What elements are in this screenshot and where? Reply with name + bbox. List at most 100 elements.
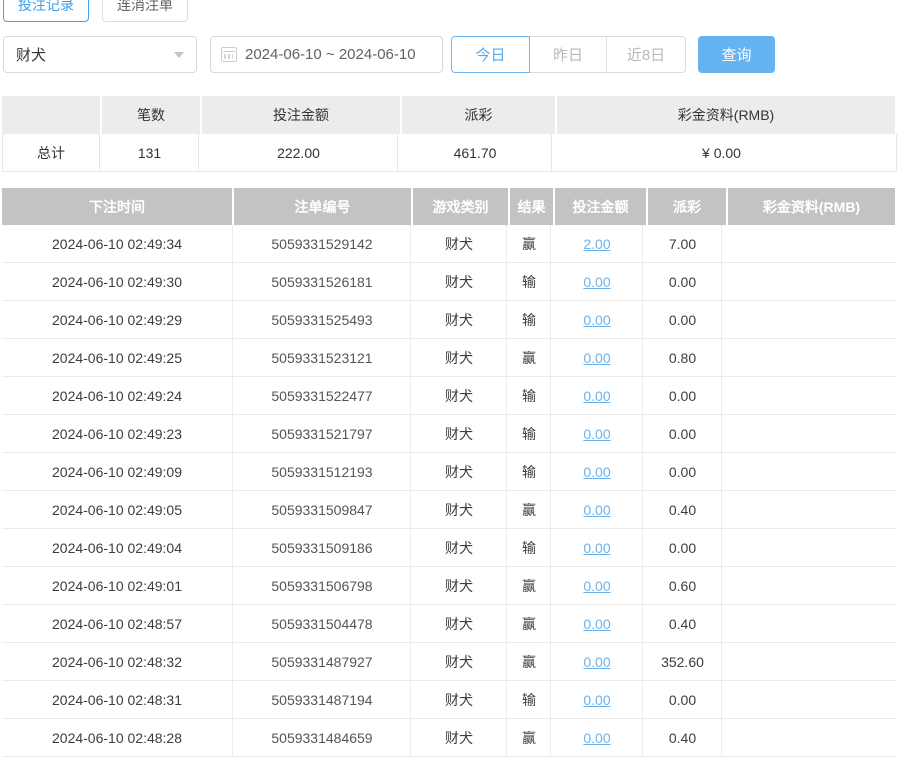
game-type-cell: 财犬 — [412, 377, 507, 414]
bonus-cell — [723, 415, 891, 452]
header-bet-time: 下注时间 — [2, 188, 232, 225]
summary-table: 笔数 投注金额 派彩 彩金资料(RMB) 总计 131 222.00 461.7… — [2, 96, 897, 172]
order-number-cell: 5059331521797 — [234, 415, 411, 452]
order-number-cell: 5059331512193 — [234, 453, 411, 490]
records-table: 下注时间 注单编号 游戏类别 结果 投注金额 派彩 彩金资料(RMB) 2024… — [2, 188, 897, 757]
payout-cell: 0.00 — [644, 377, 722, 414]
order-number-cell: 5059331487194 — [234, 681, 411, 718]
bet-amount-cell: 0.00 — [552, 263, 643, 300]
payout-cell: 0.00 — [644, 263, 722, 300]
bet-time-cell: 2024-06-10 02:48:32 — [2, 643, 233, 680]
result-cell: 输 — [508, 453, 551, 490]
bet-time-cell: 2024-06-10 02:49:34 — [2, 225, 233, 262]
bet-amount-cell: 0.00 — [552, 681, 643, 718]
payout-cell: 0.00 — [644, 529, 722, 566]
bet-time-cell: 2024-06-10 02:48:28 — [2, 719, 233, 756]
bet-amount-link[interactable]: 0.00 — [583, 730, 610, 746]
bet-amount-cell: 0.00 — [552, 567, 643, 604]
table-row: 2024-06-10 02:48:31 5059331487194 财犬 输 0… — [2, 681, 897, 719]
bet-amount-cell: 0.00 — [552, 605, 643, 642]
order-number-cell: 5059331509847 — [234, 491, 411, 528]
order-number-cell: 5059331509186 — [234, 529, 411, 566]
bonus-cell — [723, 301, 891, 338]
bonus-cell — [723, 377, 891, 414]
header-bet-amount: 投注金额 — [555, 188, 646, 225]
bet-amount-link[interactable]: 0.00 — [583, 654, 610, 670]
bet-amount-cell: 2.00 — [552, 225, 643, 262]
tab-bet-records[interactable]: 投注记录 — [3, 0, 89, 22]
summary-total-row: 总计 131 222.00 461.70 ¥ 0.00 — [2, 134, 897, 172]
game-type-cell: 财犬 — [412, 567, 507, 604]
calendar-icon — [221, 47, 237, 62]
result-cell: 输 — [508, 681, 551, 718]
tab-cancelled-orders[interactable]: 连消注单 — [102, 0, 188, 22]
today-button[interactable]: 今日 — [451, 36, 530, 73]
bet-time-cell: 2024-06-10 02:49:29 — [2, 301, 233, 338]
bet-amount-link[interactable]: 0.00 — [583, 274, 610, 290]
bet-amount-link[interactable]: 0.00 — [583, 312, 610, 328]
bet-time-cell: 2024-06-10 02:48:57 — [2, 605, 233, 642]
order-number-cell: 5059331523121 — [234, 339, 411, 376]
table-row: 2024-06-10 02:48:57 5059331504478 财犬 赢 0… — [2, 605, 897, 643]
game-type-cell: 财犬 — [412, 225, 507, 262]
table-row: 2024-06-10 02:49:24 5059331522477 财犬 输 0… — [2, 377, 897, 415]
bet-amount-link[interactable]: 2.00 — [583, 236, 610, 252]
result-cell: 输 — [508, 301, 551, 338]
date-range-picker[interactable]: 2024-06-10 ~ 2024-06-10 — [210, 36, 443, 73]
bet-amount-link[interactable]: 0.00 — [583, 350, 610, 366]
game-select-value: 财犬 — [16, 44, 46, 65]
table-row: 2024-06-10 02:49:23 5059331521797 财犬 输 0… — [2, 415, 897, 453]
header-bonus: 彩金资料(RMB) — [728, 188, 895, 225]
bet-amount-cell: 0.00 — [552, 491, 643, 528]
bet-amount-link[interactable]: 0.00 — [583, 426, 610, 442]
bet-amount-cell: 0.00 — [552, 643, 643, 680]
payout-cell: 0.60 — [644, 567, 722, 604]
query-button[interactable]: 查询 — [698, 36, 775, 73]
order-number-cell: 5059331526181 — [234, 263, 411, 300]
bet-amount-link[interactable]: 0.00 — [583, 388, 610, 404]
order-number-cell: 5059331525493 — [234, 301, 411, 338]
header-result: 结果 — [510, 188, 553, 225]
bet-amount-link[interactable]: 0.00 — [583, 578, 610, 594]
summary-header-row: 笔数 投注金额 派彩 彩金资料(RMB) — [2, 96, 897, 134]
bet-amount-cell: 0.00 — [552, 719, 643, 756]
result-cell: 输 — [508, 263, 551, 300]
game-select[interactable]: 财犬 — [3, 36, 197, 73]
result-cell: 赢 — [508, 339, 551, 376]
game-type-cell: 财犬 — [412, 453, 507, 490]
table-row: 2024-06-10 02:48:32 5059331487927 财犬 赢 0… — [2, 643, 897, 681]
yesterday-button[interactable]: 昨日 — [529, 36, 607, 73]
bet-time-cell: 2024-06-10 02:49:05 — [2, 491, 233, 528]
payout-cell: 0.40 — [644, 719, 722, 756]
bonus-cell — [723, 339, 891, 376]
result-cell: 输 — [508, 377, 551, 414]
table-row: 2024-06-10 02:49:29 5059331525493 财犬 输 0… — [2, 301, 897, 339]
bet-amount-link[interactable]: 0.00 — [583, 502, 610, 518]
date-range-value: 2024-06-10 ~ 2024-06-10 — [245, 46, 416, 63]
table-row: 2024-06-10 02:49:34 5059331529142 财犬 赢 2… — [2, 225, 897, 263]
header-game-type: 游戏类别 — [413, 188, 508, 225]
summary-total-count: 131 — [101, 134, 199, 171]
header-payout: 派彩 — [648, 188, 726, 225]
bet-time-cell: 2024-06-10 02:49:01 — [2, 567, 233, 604]
order-number-cell: 5059331506798 — [234, 567, 411, 604]
table-row: 2024-06-10 02:49:05 5059331509847 财犬 赢 0… — [2, 491, 897, 529]
bet-amount-link[interactable]: 0.00 — [583, 540, 610, 556]
payout-cell: 0.00 — [644, 453, 722, 490]
bet-time-cell: 2024-06-10 02:49:24 — [2, 377, 233, 414]
bet-amount-link[interactable]: 0.00 — [583, 464, 610, 480]
summary-total-label: 总计 — [3, 134, 100, 171]
game-type-cell: 财犬 — [412, 529, 507, 566]
last-8-days-button[interactable]: 近8日 — [606, 36, 686, 73]
bonus-cell — [723, 567, 891, 604]
game-type-cell: 财犬 — [412, 263, 507, 300]
quick-date-button-group: 今日 昨日 近8日 — [451, 36, 686, 73]
bet-amount-cell: 0.00 — [552, 453, 643, 490]
summary-header-empty — [2, 96, 100, 134]
bonus-cell — [723, 643, 891, 680]
bet-amount-link[interactable]: 0.00 — [583, 692, 610, 708]
order-number-cell: 5059331484659 — [234, 719, 411, 756]
filter-bar: 财犬 2024-06-10 ~ 2024-06-10 今日 昨日 近8日 查询 — [0, 36, 904, 73]
game-type-cell: 财犬 — [412, 339, 507, 376]
bet-amount-link[interactable]: 0.00 — [583, 616, 610, 632]
